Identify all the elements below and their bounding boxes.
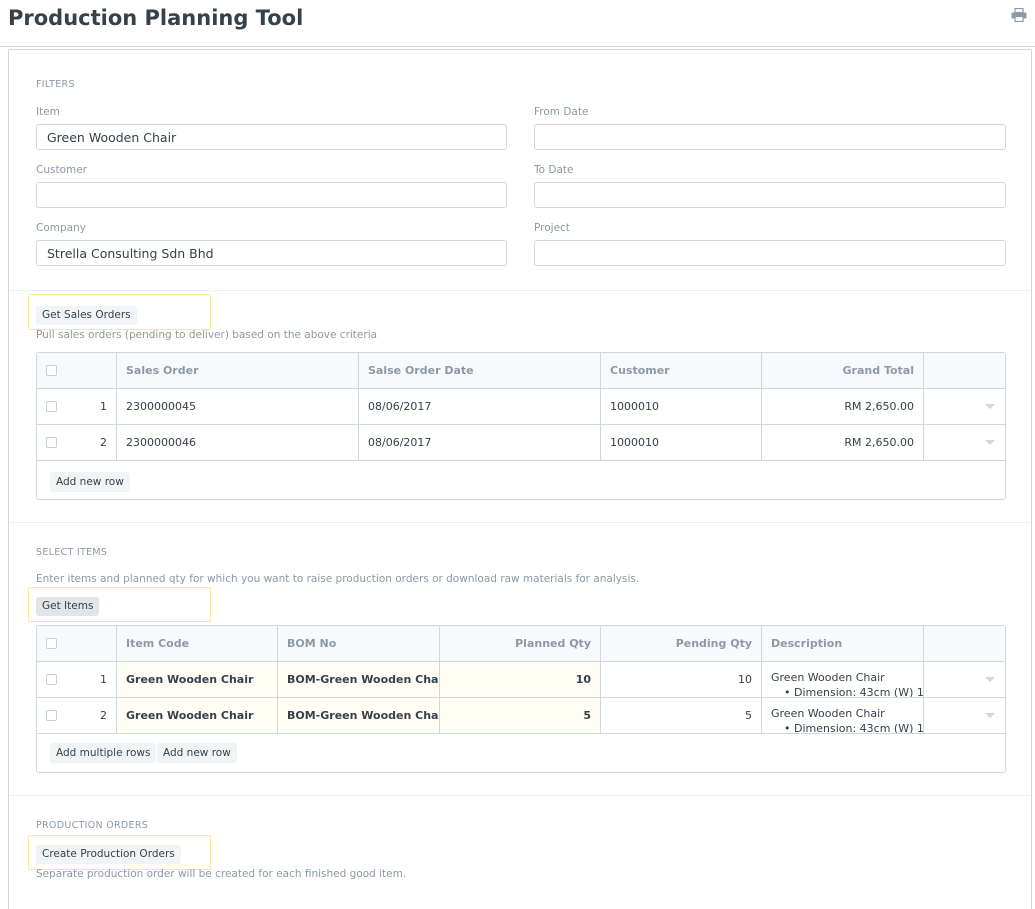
row-select-cell: 1 <box>37 389 117 424</box>
col-item-code: Item Code <box>117 626 278 661</box>
row-checkbox[interactable] <box>46 401 57 412</box>
create-production-orders-button[interactable]: Create Production Orders <box>36 845 181 864</box>
chevron-down-icon[interactable] <box>985 713 995 718</box>
bom-no-cell[interactable]: BOM-Green Wooden Chai... <box>278 698 440 733</box>
page-title: Production Planning Tool <box>8 6 304 30</box>
row-actions-cell <box>924 425 1005 460</box>
to-date-input[interactable] <box>534 182 1006 208</box>
select-all-cell <box>37 353 117 388</box>
from-date-label: From Date <box>534 106 589 118</box>
section-divider <box>9 795 1031 796</box>
description-bullet-text: Dimension: 43cm (W) 1 <box>794 686 924 697</box>
sales-order-date-cell[interactable]: 08/06/2017 <box>359 389 601 424</box>
description-text: Green Wooden Chair <box>771 671 885 684</box>
row-actions-cell <box>924 662 1005 697</box>
add-multiple-rows-button[interactable]: Add multiple rows <box>50 743 157 763</box>
row-actions-cell <box>924 698 1005 733</box>
company-label: Company <box>36 222 86 234</box>
section-divider <box>9 522 1031 523</box>
filters-section-title: FILTERS <box>36 79 75 90</box>
description-bullet: • Dimension: 43cm (W) 1 <box>784 722 924 733</box>
chevron-down-icon[interactable] <box>985 677 995 682</box>
from-date-input[interactable] <box>534 124 1006 150</box>
sales-orders-help: Pull sales orders (pending to deliver) b… <box>36 329 378 341</box>
row-index: 1 <box>100 673 107 686</box>
chevron-down-icon[interactable] <box>985 440 995 445</box>
table-row[interactable]: 1 Green Wooden Chair BOM-Green Wooden Ch… <box>37 662 1005 698</box>
table-header-row: Item Code BOM No Planned Qty Pending Qty… <box>37 626 1005 662</box>
row-actions-cell <box>924 389 1005 424</box>
form-card: FILTERS Item Green Wooden Chair From Dat… <box>8 49 1032 909</box>
planned-qty-cell[interactable]: 5 <box>440 698 601 733</box>
get-items-button[interactable]: Get Items <box>36 597 100 616</box>
col-grand-total: Grand Total <box>762 353 924 388</box>
customer-label: Customer <box>36 164 88 176</box>
customer-input[interactable] <box>36 182 507 208</box>
print-icon[interactable] <box>1011 8 1027 22</box>
customer-cell[interactable]: 1000010 <box>601 389 762 424</box>
to-date-label: To Date <box>534 164 574 176</box>
project-input[interactable] <box>534 240 1006 266</box>
row-select-cell: 2 <box>37 425 117 460</box>
sales-order-date-cell[interactable]: 08/06/2017 <box>359 425 601 460</box>
row-select-cell: 2 <box>37 698 117 733</box>
select-all-checkbox[interactable] <box>46 638 57 649</box>
select-all-checkbox[interactable] <box>46 365 57 376</box>
row-index: 2 <box>100 436 107 449</box>
production-orders-help: Separate production order will be create… <box>36 868 407 880</box>
col-bom-no: BOM No <box>278 626 440 661</box>
customer-cell[interactable]: 1000010 <box>601 425 762 460</box>
sales-orders-table: Sales Order Salse Order Date Customer Gr… <box>36 352 1006 500</box>
table-row[interactable]: 2 2300000046 08/06/2017 1000010 RM 2,650… <box>37 425 1005 461</box>
grand-total-cell[interactable]: RM 2,650.00 <box>762 389 924 424</box>
description-cell[interactable]: Green Wooden Chair • Dimension: 43cm (W)… <box>762 662 924 697</box>
table-header-row: Sales Order Salse Order Date Customer Gr… <box>37 353 1005 389</box>
sales-order-cell[interactable]: 2300000046 <box>117 425 359 460</box>
production-orders-section-title: PRODUCTION ORDERS <box>36 820 149 831</box>
row-select-cell: 1 <box>37 662 117 697</box>
company-input[interactable]: Strella Consulting Sdn Bhd <box>36 240 507 266</box>
select-all-cell <box>37 626 117 661</box>
sales-order-cell[interactable]: 2300000045 <box>117 389 359 424</box>
row-index: 2 <box>100 709 107 722</box>
col-sales-order-date: Salse Order Date <box>359 353 601 388</box>
row-checkbox[interactable] <box>46 674 57 685</box>
item-input[interactable]: Green Wooden Chair <box>36 124 507 150</box>
header-divider <box>0 46 1035 47</box>
bom-no-cell[interactable]: BOM-Green Wooden Chai... <box>278 662 440 697</box>
row-index: 1 <box>100 400 107 413</box>
col-actions <box>924 626 1005 661</box>
item-code-cell[interactable]: Green Wooden Chair <box>117 662 278 697</box>
row-checkbox[interactable] <box>46 437 57 448</box>
table-row[interactable]: 2 Green Wooden Chair BOM-Green Wooden Ch… <box>37 698 1005 734</box>
pending-qty-cell[interactable]: 5 <box>601 698 762 733</box>
table-row[interactable]: 1 2300000045 08/06/2017 1000010 RM 2,650… <box>37 389 1005 425</box>
section-divider <box>9 290 1031 291</box>
chevron-down-icon[interactable] <box>985 404 995 409</box>
col-customer: Customer <box>601 353 762 388</box>
get-sales-orders-button[interactable]: Get Sales Orders <box>36 306 137 325</box>
description-text: Green Wooden Chair <box>771 707 885 720</box>
col-actions <box>924 353 1005 388</box>
description-cell[interactable]: Green Wooden Chair • Dimension: 43cm (W)… <box>762 698 924 733</box>
col-pending-qty: Pending Qty <box>601 626 762 661</box>
pending-qty-cell[interactable]: 10 <box>601 662 762 697</box>
col-planned-qty: Planned Qty <box>440 626 601 661</box>
item-label: Item <box>36 106 60 118</box>
description-bullet-text: Dimension: 43cm (W) 1 <box>794 722 924 733</box>
project-label: Project <box>534 222 570 234</box>
col-description: Description <box>762 626 924 661</box>
items-table: Item Code BOM No Planned Qty Pending Qty… <box>36 625 1006 773</box>
add-new-row-button[interactable]: Add new row <box>50 472 130 492</box>
add-new-row-button[interactable]: Add new row <box>157 743 237 763</box>
col-sales-order: Sales Order <box>117 353 359 388</box>
row-checkbox[interactable] <box>46 710 57 721</box>
select-items-help: Enter items and planned qty for which yo… <box>36 573 640 585</box>
item-code-cell[interactable]: Green Wooden Chair <box>117 698 278 733</box>
description-bullet: • Dimension: 43cm (W) 1 <box>784 686 924 697</box>
planned-qty-cell[interactable]: 10 <box>440 662 601 697</box>
select-items-section-title: SELECT ITEMS <box>36 547 108 558</box>
grand-total-cell[interactable]: RM 2,650.00 <box>762 425 924 460</box>
